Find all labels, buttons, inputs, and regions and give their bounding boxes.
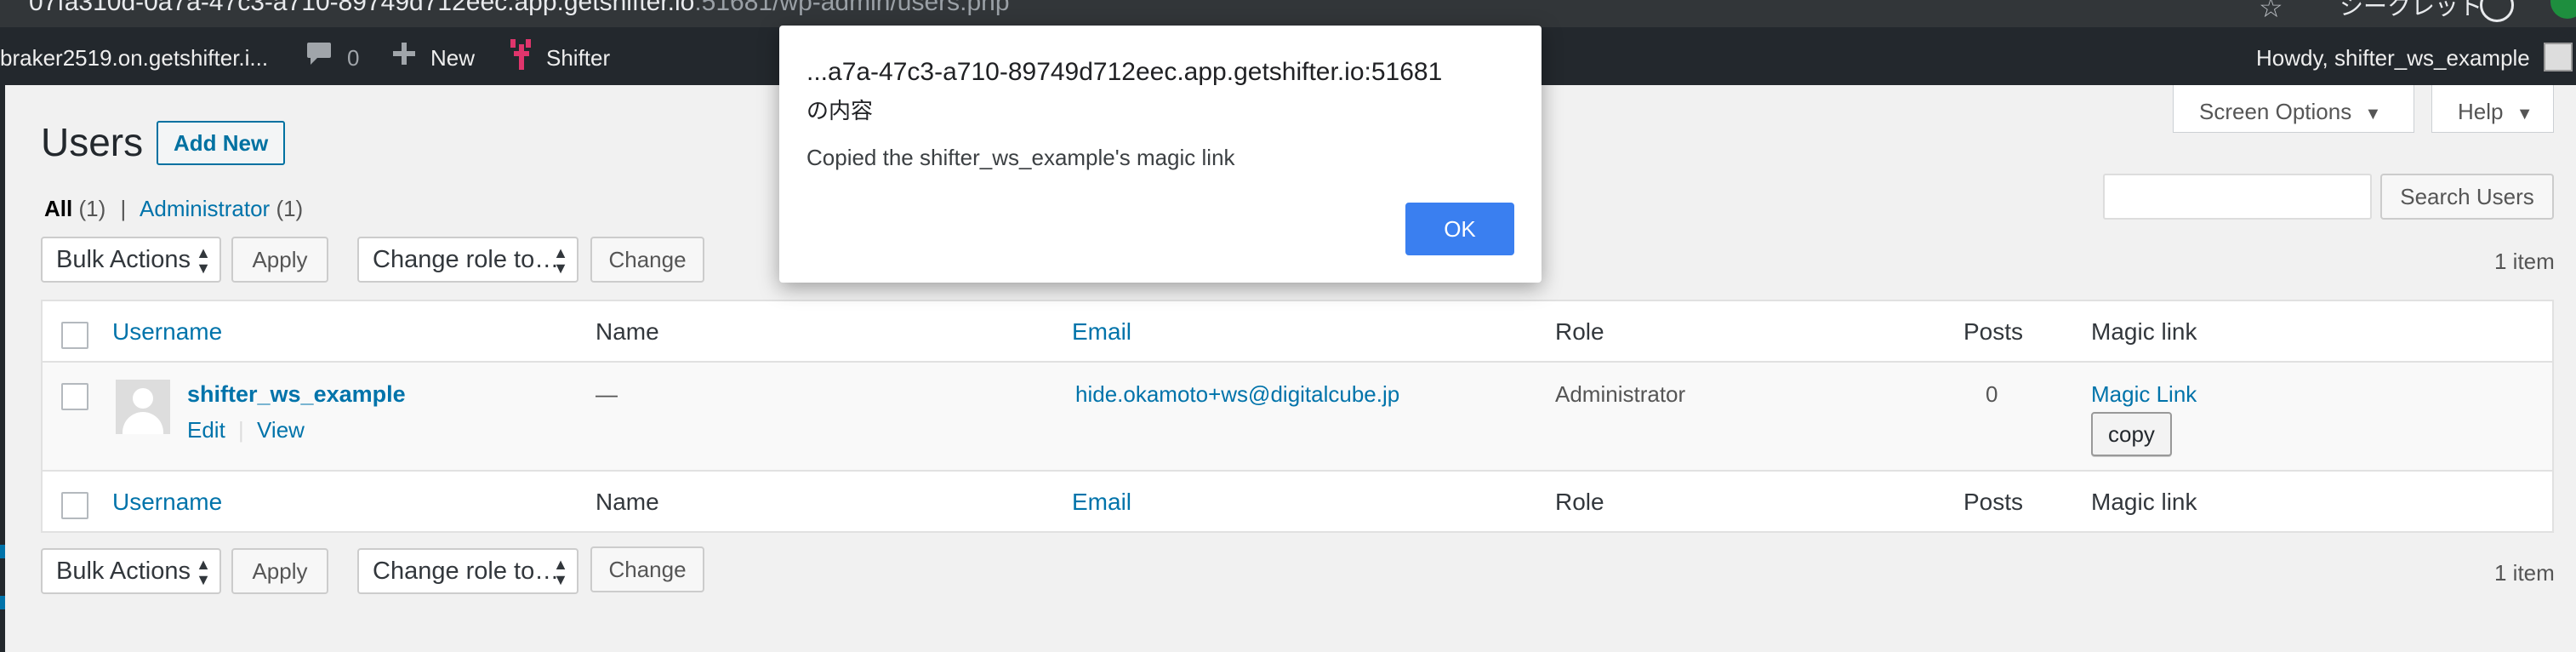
user-role-cell: Administrator <box>1555 381 1686 407</box>
sort-arrows-icon: ▲ ▼ <box>196 244 211 277</box>
column-username-footer[interactable]: Username <box>112 489 222 516</box>
column-email-footer[interactable]: Email <box>1072 489 1131 516</box>
column-role: Role <box>1555 318 1604 345</box>
change-role-button-top[interactable]: Change <box>590 237 704 283</box>
row-actions: Edit | View <box>187 417 305 443</box>
bulk-actions-select-top[interactable]: Bulk Actions ▲ ▼ <box>41 237 221 283</box>
filter-administrator-count: (1) <box>276 196 304 221</box>
edit-user-link[interactable]: Edit <box>187 417 225 443</box>
incognito-label: シークレット <box>2339 0 2483 20</box>
table-divider <box>43 470 2552 472</box>
items-count-top: 1 item <box>2494 249 2555 274</box>
column-posts-footer: Posts <box>1963 489 2024 515</box>
admin-menu-marker <box>0 596 5 609</box>
admin-menu-edge <box>0 85 5 652</box>
user-search-input[interactable] <box>2103 174 2372 220</box>
column-name-footer: Name <box>596 489 659 515</box>
caret-down-icon: ▼ <box>2364 105 2382 123</box>
items-count-bottom: 1 item <box>2494 560 2555 586</box>
bulk-actions-select-bottom[interactable]: Bulk Actions ▲ ▼ <box>41 548 221 594</box>
shifter-menu-link[interactable]: Shifter <box>546 45 610 71</box>
avatar <box>116 380 170 434</box>
users-table: Username Name Email Role Posts Magic lin… <box>41 300 2554 533</box>
dialog-message: Copied the shifter_ws_example's magic li… <box>806 145 1235 170</box>
comments-count[interactable]: 0 <box>347 45 359 71</box>
dialog-title: ...a7a-47c3-a710-89749d712eec.app.getshi… <box>806 58 1443 86</box>
bookmark-star-icon[interactable]: ☆ <box>2259 0 2283 24</box>
admin-bar-site-name[interactable]: braker2519.on.getshifter.i... <box>0 45 268 71</box>
add-new-user-button[interactable]: Add New <box>157 121 286 165</box>
filter-administrator[interactable]: Administrator <box>140 196 270 221</box>
user-name-cell: — <box>596 381 618 407</box>
extension-icon[interactable] <box>2550 0 2576 19</box>
sort-arrows-icon: ▲ ▼ <box>553 244 568 277</box>
dialog-subtitle: の内容 <box>806 98 874 123</box>
new-content-link[interactable]: New <box>430 45 475 71</box>
table-row <box>43 363 2552 470</box>
search-users-button[interactable]: Search Users <box>2380 174 2554 220</box>
column-email[interactable]: Email <box>1072 318 1131 346</box>
screen-options-button[interactable]: Screen Options ▼ <box>2173 85 2414 133</box>
alert-dialog: ...a7a-47c3-a710-89749d712eec.app.getshi… <box>779 26 1542 283</box>
row-actions-separator: | <box>238 417 244 443</box>
page-title: Users <box>41 120 144 164</box>
column-username[interactable]: Username <box>112 318 222 346</box>
username-link[interactable]: shifter_ws_example <box>187 381 406 408</box>
comment-icon[interactable] <box>306 39 332 74</box>
magic-link[interactable]: Magic Link <box>2091 381 2197 408</box>
user-role-filters: All (1) | Administrator (1) <box>44 196 303 222</box>
sort-arrows-icon: ▲ ▼ <box>196 556 211 588</box>
apply-button-top[interactable]: Apply <box>231 237 328 283</box>
row-checkbox[interactable] <box>61 383 88 410</box>
filter-separator: | <box>120 196 127 221</box>
apply-button-bottom[interactable]: Apply <box>231 548 328 594</box>
caret-down-icon: ▼ <box>2516 105 2533 123</box>
filter-all[interactable]: All <box>44 196 72 221</box>
howdy-user-link[interactable]: Howdy, shifter_ws_example <box>2256 45 2530 71</box>
column-magic-link: Magic link <box>2091 318 2197 345</box>
column-role-footer: Role <box>1555 489 1604 515</box>
sort-arrows-icon: ▲ ▼ <box>553 556 568 588</box>
plus-icon[interactable] <box>391 39 417 74</box>
change-role-select-bottom[interactable]: Change role to… ▲ ▼ <box>357 548 578 594</box>
incognito-icon[interactable] <box>2480 0 2514 22</box>
select-all-checkbox[interactable] <box>61 322 88 349</box>
user-email-link[interactable]: hide.okamoto+ws@digitalcube.jp <box>1075 381 1399 408</box>
dialog-ok-button[interactable]: OK <box>1405 203 1514 255</box>
browser-url-bar[interactable]: 07fa310d-0a7a-47c3-a710-89749d712eec.app… <box>0 0 2576 27</box>
change-role-button-bottom[interactable]: Change <box>590 546 704 592</box>
avatar-small[interactable] <box>2544 43 2573 71</box>
select-all-checkbox-bottom[interactable] <box>61 492 88 519</box>
help-button[interactable]: Help ▼ <box>2431 85 2554 133</box>
shifter-logo-icon[interactable] <box>507 37 534 77</box>
user-posts-count: 0 <box>1986 381 1998 407</box>
column-posts: Posts <box>1963 318 2024 345</box>
column-magic-link-footer: Magic link <box>2091 489 2197 515</box>
address-bar-url[interactable]: 07fa310d-0a7a-47c3-a710-89749d712eec.app… <box>29 0 1010 17</box>
filter-all-count: (1) <box>78 196 106 221</box>
view-user-link[interactable]: View <box>257 417 305 443</box>
change-role-select-top[interactable]: Change role to… ▲ ▼ <box>357 237 578 283</box>
column-name: Name <box>596 318 659 345</box>
admin-menu-marker <box>0 545 5 558</box>
copy-magic-link-button[interactable]: copy <box>2091 412 2172 456</box>
